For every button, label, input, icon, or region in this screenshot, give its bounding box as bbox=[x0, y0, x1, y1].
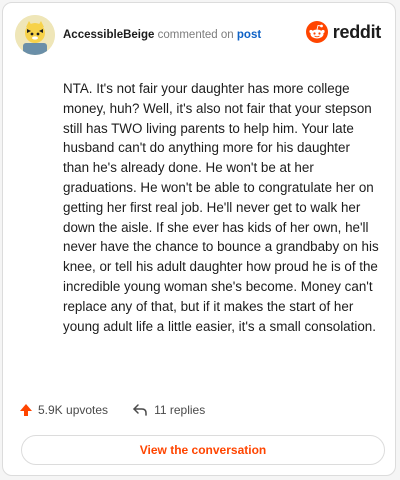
replies-count: 11 replies bbox=[154, 403, 206, 417]
reddit-logo[interactable]: reddit bbox=[305, 21, 382, 43]
reddit-logo-text: reddit bbox=[332, 21, 382, 42]
upvote-button[interactable]: 5.9K upvotes bbox=[19, 403, 108, 417]
comment-header: AccessibleBeige commented on post bbox=[63, 29, 261, 41]
upvote-count: 5.9K upvotes bbox=[38, 403, 109, 417]
reddit-logo-icon bbox=[305, 21, 328, 43]
action-text: commented on bbox=[157, 29, 234, 41]
post-link[interactable]: post bbox=[237, 29, 261, 41]
avatar-icon bbox=[15, 15, 55, 55]
comment-body: NTA. It's not fair your daughter has mor… bbox=[63, 81, 379, 334]
comment-card: AccessibleBeige commented on post reddit… bbox=[2, 2, 396, 476]
upvote-arrow-icon bbox=[20, 404, 32, 416]
view-conversation-button[interactable]: View the conversation bbox=[21, 435, 385, 465]
replies-button[interactable]: 11 replies bbox=[132, 403, 205, 417]
username-link[interactable]: AccessibleBeige bbox=[63, 29, 154, 41]
reply-arrow-icon bbox=[133, 404, 147, 416]
avatar[interactable] bbox=[15, 15, 55, 55]
comment-actions: 5.9K upvotes 11 replies bbox=[19, 403, 205, 417]
